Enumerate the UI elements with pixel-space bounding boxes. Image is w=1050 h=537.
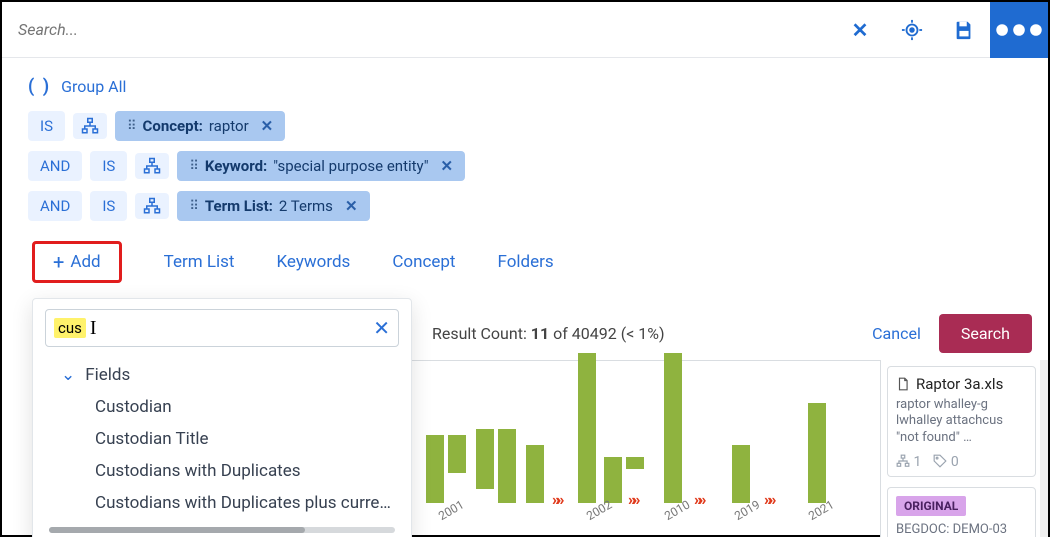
criteria-label: Keyword: <box>205 157 267 175</box>
text-cursor-icon: I <box>90 317 97 340</box>
clear-field-search[interactable]: ✕ <box>373 316 390 340</box>
field-option[interactable]: Custodians with Duplicates <box>33 455 411 487</box>
group-all-button[interactable]: ( ) Group All <box>28 76 1022 97</box>
grip-icon: ⠿ <box>189 199 197 214</box>
field-section-label: Fields <box>85 365 130 385</box>
criteria-tabs: + Add Term List Keywords Concept Folders <box>28 231 1022 305</box>
document-card[interactable]: ORIGINAL BEGDOC: DEMO-03 Raptor 3a.xls <box>887 487 1036 537</box>
operator-is[interactable]: IS <box>28 111 65 141</box>
document-card[interactable]: Raptor 3a.xls raptor whalley-g lwhalley … <box>887 366 1036 477</box>
more-horizontal-icon <box>990 1 1048 59</box>
group-all-label: Group All <box>61 77 126 96</box>
operator-and[interactable]: AND <box>28 191 82 221</box>
field-option[interactable]: Custodian Title <box>33 423 411 455</box>
close-icon: ✕ <box>852 18 869 42</box>
result-count-text: Result Count: 11 of 40492 (< 1%) <box>432 324 665 343</box>
search-input[interactable] <box>2 20 834 39</box>
criteria-chip-keyword[interactable]: ⠿ Keyword: "special purpose entity" ✕ <box>177 151 465 181</box>
crosshair-icon <box>901 19 923 41</box>
tree-icon <box>81 117 99 135</box>
grip-icon: ⠿ <box>189 159 197 174</box>
tree-icon <box>896 454 910 468</box>
tab-concept[interactable]: Concept <box>392 252 455 272</box>
tree-icon <box>143 157 161 175</box>
field-option[interactable]: Custodians with Duplicates plus current <box>33 487 411 519</box>
chart-area: »» »» »» »» 2001 2002 2010 2019 2021 <box>412 361 882 521</box>
criteria-row: AND IS ⠿ Keyword: "special purpose entit… <box>28 151 1022 181</box>
operator-is[interactable]: IS <box>90 151 127 181</box>
criteria-value: 2 Terms <box>279 197 333 215</box>
file-icon <box>896 377 910 391</box>
add-criteria-button[interactable]: + Add <box>32 241 122 283</box>
field-search-value: cus <box>54 318 86 338</box>
query-builder: ( ) Group All IS ⠿ Concept: raptor ✕ AND… <box>2 58 1048 313</box>
add-label: Add <box>70 252 100 272</box>
operator-is[interactable]: IS <box>90 191 127 221</box>
clear-search-button[interactable]: ✕ <box>834 2 886 58</box>
topbar-actions: ✕ <box>834 2 1048 58</box>
tree-icon <box>143 197 161 215</box>
operator-and[interactable]: AND <box>28 151 82 181</box>
save-button[interactable] <box>938 2 990 58</box>
tree-button[interactable] <box>135 193 169 219</box>
horizontal-scrollbar[interactable] <box>49 527 395 533</box>
remove-chip-button[interactable]: ✕ <box>441 157 454 175</box>
top-bar: ✕ <box>2 2 1048 58</box>
criteria-label: Concept: <box>143 117 203 135</box>
criteria-value: raptor <box>209 117 249 135</box>
criteria-chip-termlist[interactable]: ⠿ Term List: 2 Terms ✕ <box>177 191 369 221</box>
more-menu-button[interactable] <box>990 2 1048 58</box>
document-meta: BEGDOC: DEMO-03 <box>896 522 1027 537</box>
tab-folders[interactable]: Folders <box>498 252 554 272</box>
document-title: Raptor 3a.xls <box>916 375 1003 393</box>
document-list-panel: Raptor 3a.xls raptor whalley-g lwhalley … <box>880 360 1048 537</box>
results-timeline-chart: »» »» »» »» 2001 2002 2010 2019 2021 <box>412 360 882 537</box>
document-snippet: raptor whalley-g lwhalley attachcus "not… <box>896 397 1027 446</box>
search-button[interactable]: Search <box>939 314 1032 353</box>
grip-icon: ⠿ <box>127 119 135 134</box>
tree-button[interactable] <box>135 153 169 179</box>
original-badge: ORIGINAL <box>896 496 966 516</box>
parentheses-icon: ( ) <box>28 76 51 97</box>
tag-icon <box>933 454 947 468</box>
field-search-input[interactable]: cus I ✕ <box>45 309 399 347</box>
criteria-row: IS ⠿ Concept: raptor ✕ <box>28 111 1022 141</box>
tree-button[interactable] <box>73 113 107 139</box>
criteria-row: AND IS ⠿ Term List: 2 Terms ✕ <box>28 191 1022 221</box>
remove-chip-button[interactable]: ✕ <box>345 197 358 215</box>
chevron-down-icon: ⌄ <box>61 365 75 385</box>
remove-chip-button[interactable]: ✕ <box>261 117 274 135</box>
field-picker-dropdown: cus I ✕ ⌄ Fields Custodian Custodian Tit… <box>32 298 412 537</box>
tab-keywords[interactable]: Keywords <box>276 252 350 272</box>
locate-button[interactable] <box>886 2 938 58</box>
document-badges: 1 0 <box>896 454 1027 470</box>
field-section-header[interactable]: ⌄ Fields <box>33 359 411 391</box>
chart-x-axis: 2001 2002 2010 2019 2021 <box>412 503 882 521</box>
tab-term-list[interactable]: Term List <box>164 252 235 272</box>
result-summary-row: Result Count: 11 of 40492 (< 1%) Cancel … <box>432 314 1032 353</box>
vertical-scrollbar[interactable] <box>1040 360 1048 537</box>
save-icon <box>953 19 975 41</box>
criteria-value: "special purpose entity" <box>273 157 428 175</box>
criteria-chip-concept[interactable]: ⠿ Concept: raptor ✕ <box>115 111 285 141</box>
field-option[interactable]: Custodian <box>33 391 411 423</box>
criteria-label: Term List: <box>205 197 273 215</box>
plus-icon: + <box>53 252 64 272</box>
cancel-button[interactable]: Cancel <box>872 324 921 343</box>
